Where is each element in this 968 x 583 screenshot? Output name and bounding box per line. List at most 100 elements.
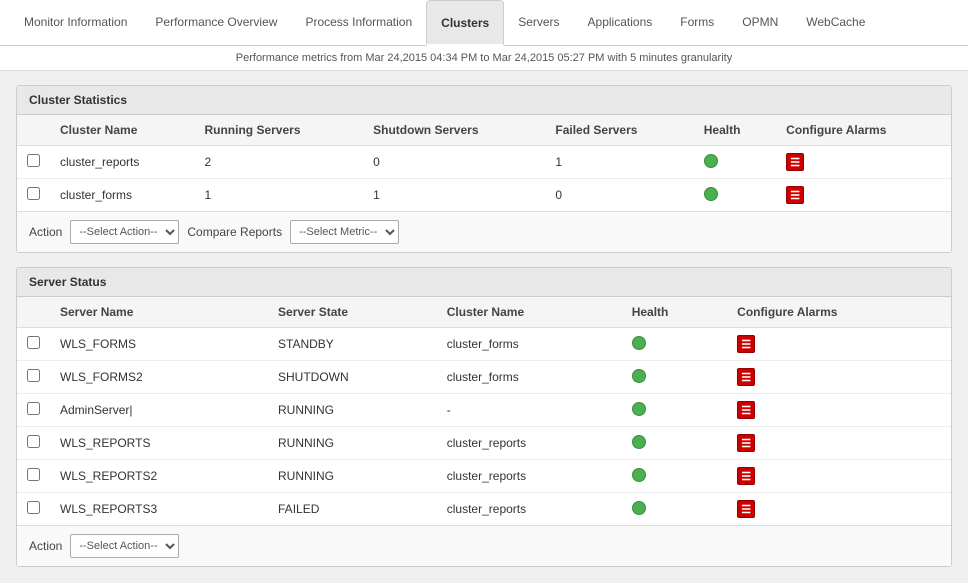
server-row-name: WLS_FORMS2 (50, 361, 268, 394)
cluster-panel-body: Cluster Name Running Servers Shutdown Se… (17, 115, 951, 252)
server-row-state: RUNNING (268, 394, 437, 427)
cluster-action-label: Action (29, 225, 62, 239)
alarm-configure-icon[interactable]: ☰ (737, 335, 755, 353)
cluster-row-running: 2 (194, 146, 363, 179)
health-indicator (632, 402, 646, 416)
cluster-compare-label: Compare Reports (187, 225, 282, 239)
cluster-row-failed: 0 (545, 179, 693, 212)
cluster-row-shutdown: 1 (363, 179, 545, 212)
cluster-row-checkbox[interactable] (17, 146, 50, 179)
cluster-col-name: Cluster Name (50, 115, 194, 146)
main-content: Cluster Statistics Cluster Name Running … (0, 71, 968, 581)
subtitle-bar: Performance metrics from Mar 24,2015 04:… (0, 46, 968, 71)
server-table-row: AdminServer| RUNNING - ☰ (17, 394, 951, 427)
cluster-row-running: 1 (194, 179, 363, 212)
nav-item-opmn[interactable]: OPMN (728, 0, 792, 46)
server-row-name: WLS_FORMS (50, 328, 268, 361)
cluster-row-health (694, 179, 776, 212)
cluster-row-name: cluster_reports (50, 146, 194, 179)
subtitle-text: Performance metrics from Mar 24,2015 04:… (236, 52, 732, 64)
server-row-cluster: cluster_reports (437, 493, 622, 526)
server-row-cluster: cluster_forms (437, 361, 622, 394)
server-row-cluster: - (437, 394, 622, 427)
server-row-alarms: ☰ (727, 493, 951, 526)
health-indicator (632, 369, 646, 383)
server-row-checkbox[interactable] (17, 361, 50, 394)
nav-item-clusters[interactable]: Clusters (426, 0, 504, 46)
server-row-checkbox[interactable] (17, 328, 50, 361)
server-table-row: WLS_REPORTS RUNNING cluster_reports ☰ (17, 427, 951, 460)
health-indicator (632, 435, 646, 449)
server-row-health (622, 328, 727, 361)
cluster-table-row: cluster_reports 2 0 1 ☰ (17, 146, 951, 179)
health-indicator (632, 336, 646, 350)
server-row-alarms: ☰ (727, 427, 951, 460)
cluster-col-shutdown: Shutdown Servers (363, 115, 545, 146)
alarm-configure-icon[interactable]: ☰ (737, 401, 755, 419)
server-col-alarms: Configure Alarms (727, 297, 951, 328)
server-col-name: Server Name (50, 297, 268, 328)
server-row-state: SHUTDOWN (268, 361, 437, 394)
server-row-alarms: ☰ (727, 460, 951, 493)
cluster-row-alarms: ☰ (776, 146, 951, 179)
alarm-configure-icon[interactable]: ☰ (737, 368, 755, 386)
server-row-checkbox[interactable] (17, 394, 50, 427)
server-row-state: STANDBY (268, 328, 437, 361)
cluster-panel-header: Cluster Statistics (17, 86, 951, 115)
server-row-health (622, 361, 727, 394)
nav-item-applications[interactable]: Applications (574, 0, 667, 46)
server-row-health (622, 493, 727, 526)
server-row-checkbox[interactable] (17, 493, 50, 526)
nav-item-monitor-information[interactable]: Monitor Information (10, 0, 141, 46)
nav-item-webcache[interactable]: WebCache (792, 0, 879, 46)
server-row-checkbox[interactable] (17, 427, 50, 460)
nav-item-performance-overview[interactable]: Performance Overview (141, 0, 291, 46)
cluster-col-health: Health (694, 115, 776, 146)
server-row-health (622, 394, 727, 427)
server-table-row: WLS_REPORTS2 RUNNING cluster_reports ☰ (17, 460, 951, 493)
server-col-cluster: Cluster Name (437, 297, 622, 328)
server-row-alarms: ☰ (727, 361, 951, 394)
cluster-statistics-panel: Cluster Statistics Cluster Name Running … (16, 85, 952, 253)
server-action-select[interactable]: --Select Action-- (70, 534, 179, 558)
nav-item-forms[interactable]: Forms (666, 0, 728, 46)
cluster-row-health (694, 146, 776, 179)
cluster-col-failed: Failed Servers (545, 115, 693, 146)
server-table-row: WLS_REPORTS3 FAILED cluster_reports ☰ (17, 493, 951, 526)
alarm-configure-icon[interactable]: ☰ (737, 500, 755, 518)
cluster-table-row: cluster_forms 1 1 0 ☰ (17, 179, 951, 212)
nav-item-servers[interactable]: Servers (504, 0, 573, 46)
cluster-row-name: cluster_forms (50, 179, 194, 212)
cluster-action-bar: Action --Select Action-- Compare Reports… (17, 211, 951, 252)
health-indicator (632, 501, 646, 515)
server-row-cluster: cluster_reports (437, 460, 622, 493)
health-indicator (704, 154, 718, 168)
alarm-configure-icon[interactable]: ☰ (737, 434, 755, 452)
alarm-configure-icon[interactable]: ☰ (737, 467, 755, 485)
cluster-row-checkbox[interactable] (17, 179, 50, 212)
nav-item-process-information[interactable]: Process Information (291, 0, 426, 46)
alarm-configure-icon[interactable]: ☰ (786, 153, 804, 171)
cluster-col-running: Running Servers (194, 115, 363, 146)
cluster-row-failed: 1 (545, 146, 693, 179)
cluster-metric-select[interactable]: --Select Metric-- (290, 220, 399, 244)
server-row-state: RUNNING (268, 427, 437, 460)
cluster-col-checkbox (17, 115, 50, 146)
server-panel-body: Server Name Server State Cluster Name He… (17, 297, 951, 566)
health-indicator (704, 187, 718, 201)
alarm-configure-icon[interactable]: ☰ (786, 186, 804, 204)
server-row-alarms: ☰ (727, 328, 951, 361)
server-row-cluster: cluster_forms (437, 328, 622, 361)
server-table-row: WLS_FORMS STANDBY cluster_forms ☰ (17, 328, 951, 361)
server-row-name: WLS_REPORTS2 (50, 460, 268, 493)
cluster-table: Cluster Name Running Servers Shutdown Se… (17, 115, 951, 211)
server-row-health (622, 460, 727, 493)
server-row-health (622, 427, 727, 460)
server-row-cluster: cluster_reports (437, 427, 622, 460)
server-row-alarms: ☰ (727, 394, 951, 427)
server-status-panel: Server Status Server Name Server State C… (16, 267, 952, 567)
server-row-checkbox[interactable] (17, 460, 50, 493)
server-row-name: WLS_REPORTS (50, 427, 268, 460)
server-action-label: Action (29, 539, 62, 553)
cluster-action-select[interactable]: --Select Action-- (70, 220, 179, 244)
